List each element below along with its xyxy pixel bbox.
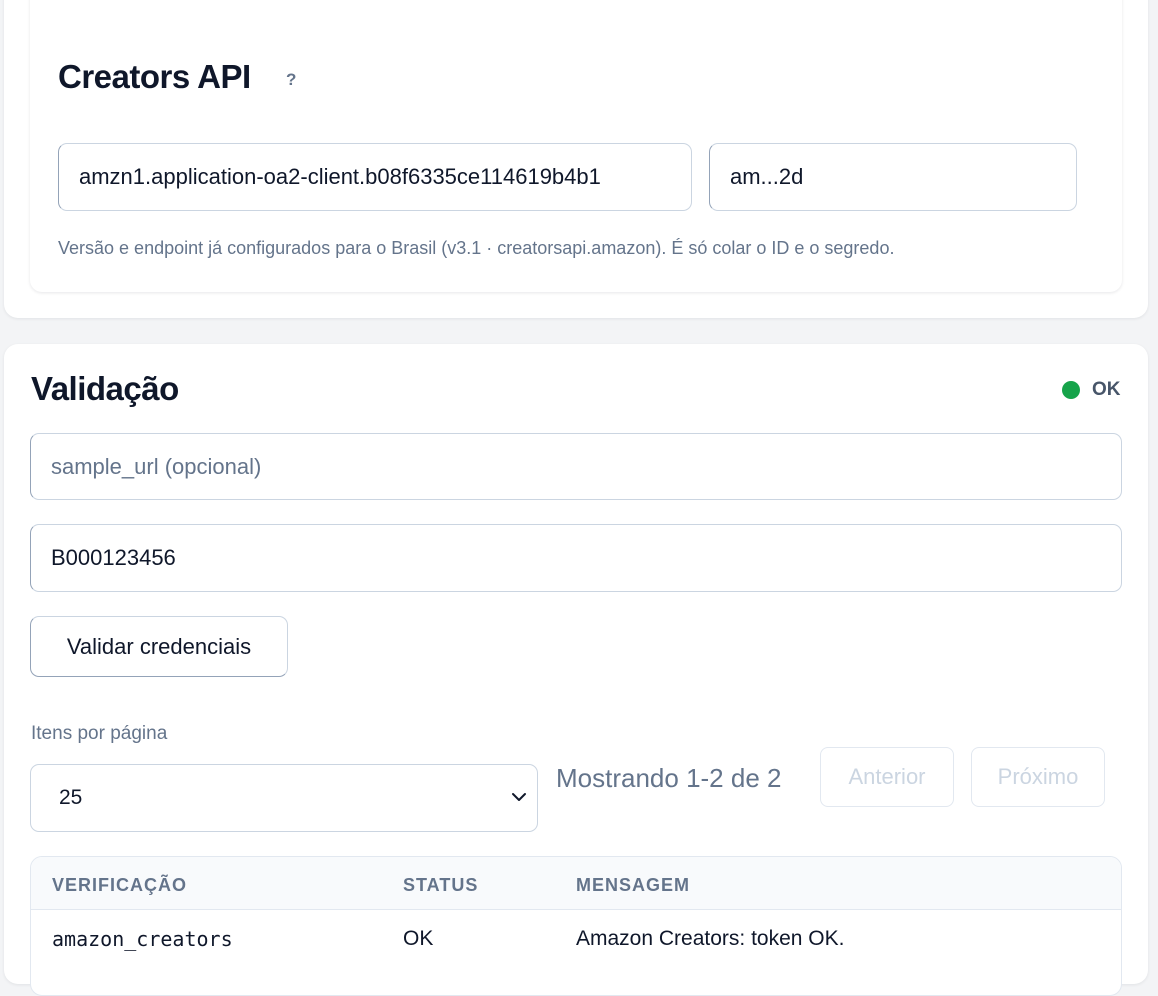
help-icon[interactable]: ? (286, 70, 296, 90)
row-message: Amazon Creators: token OK. (576, 927, 845, 950)
results-table: VERIFICAÇÃO STATUS MENSAGEM amazon_creat… (30, 856, 1122, 996)
previous-page-button[interactable]: Anterior (820, 747, 954, 807)
validacao-title: Validação (31, 370, 179, 407)
column-header-verificacao: VERIFICAÇÃO (52, 875, 188, 895)
next-page-button[interactable]: Próximo (971, 747, 1105, 807)
validate-credentials-button[interactable]: Validar credenciais (30, 616, 288, 677)
creators-api-title: Creators API (58, 58, 251, 95)
row-check: amazon_creators (52, 927, 233, 951)
status-badge: OK (1092, 379, 1121, 400)
sample-url-input[interactable]: sample_url (opcional) (30, 433, 1122, 500)
per-page-select[interactable]: 25 (30, 764, 538, 832)
pagination-summary: Mostrando 1-2 de 2 (556, 763, 782, 793)
chevron-down-icon (512, 793, 526, 801)
per-page-value: 25 (59, 786, 83, 809)
client-secret-input[interactable]: am...2d (709, 143, 1077, 211)
status-ok-dot-icon (1062, 381, 1080, 399)
table-header: VERIFICAÇÃO STATUS MENSAGEM (31, 857, 1121, 910)
per-page-label: Itens por página (31, 723, 168, 744)
config-hint: Versão e endpoint já configurados para o… (58, 238, 895, 258)
client-id-input[interactable]: amzn1.application-oa2-client.b08f6335ce1… (58, 143, 692, 211)
asin-input[interactable]: B000123456 (30, 524, 1122, 592)
column-header-mensagem: MENSAGEM (576, 875, 691, 895)
column-header-status: STATUS (403, 875, 479, 895)
row-status: OK (403, 927, 434, 950)
